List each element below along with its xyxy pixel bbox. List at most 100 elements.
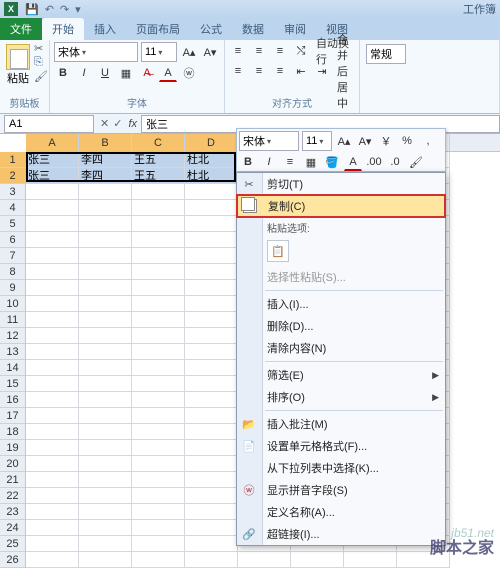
cell[interactable] — [185, 312, 238, 328]
row-header[interactable]: 4 — [0, 200, 26, 216]
cell[interactable] — [79, 296, 132, 312]
cell[interactable] — [185, 232, 238, 248]
cell[interactable] — [26, 472, 79, 488]
qat-customize-icon[interactable]: ▾ — [75, 3, 81, 16]
row-header[interactable]: 8 — [0, 264, 26, 280]
cell[interactable] — [26, 520, 79, 536]
paste-option-icon[interactable]: 📋 — [267, 240, 289, 262]
col-header-C[interactable]: C — [132, 134, 185, 151]
row-header[interactable]: 16 — [0, 392, 26, 408]
increase-font-icon[interactable]: A▴ — [180, 43, 198, 61]
cell[interactable] — [26, 504, 79, 520]
cell[interactable] — [26, 200, 79, 216]
cell[interactable] — [185, 424, 238, 440]
row-header[interactable]: 15 — [0, 376, 26, 392]
tab-review[interactable]: 审阅 — [274, 18, 316, 40]
underline-button[interactable]: U — [96, 64, 114, 82]
align-top-icon[interactable]: ≡ — [229, 42, 247, 60]
qat-save-icon[interactable]: 💾 — [25, 3, 39, 16]
cell[interactable]: 张三 — [26, 168, 79, 184]
row-header[interactable]: 21 — [0, 472, 26, 488]
cell[interactable] — [26, 184, 79, 200]
row-header[interactable]: 5 — [0, 216, 26, 232]
row-header[interactable]: 6 — [0, 232, 26, 248]
font-color-button[interactable]: A — [159, 64, 177, 82]
cell[interactable] — [185, 248, 238, 264]
cell[interactable] — [79, 248, 132, 264]
row-header[interactable]: 14 — [0, 360, 26, 376]
cell[interactable] — [132, 184, 185, 200]
cell[interactable] — [26, 312, 79, 328]
phonetic-button[interactable]: ⓦ — [180, 64, 198, 82]
cell[interactable] — [185, 488, 238, 504]
font-size-combo[interactable]: 11▾ — [141, 42, 177, 62]
tab-insert[interactable]: 插入 — [84, 18, 126, 40]
mini-font-combo[interactable]: 宋体▾ — [239, 131, 299, 151]
cell[interactable] — [79, 264, 132, 280]
menu-define-name[interactable]: 定义名称(A)... — [237, 501, 445, 523]
row-header[interactable]: 20 — [0, 456, 26, 472]
paste-button[interactable]: 粘贴 — [4, 42, 32, 88]
cell[interactable] — [132, 344, 185, 360]
row-header[interactable]: 24 — [0, 520, 26, 536]
row-header[interactable]: 18 — [0, 424, 26, 440]
fx-icon[interactable]: fx — [128, 118, 137, 130]
enter-formula-icon[interactable]: ✓ — [113, 117, 122, 130]
cancel-formula-icon[interactable]: ✕ — [100, 117, 109, 130]
cell[interactable] — [79, 536, 132, 552]
cell[interactable] — [185, 376, 238, 392]
cell[interactable] — [79, 488, 132, 504]
cell[interactable] — [79, 232, 132, 248]
row-header[interactable]: 22 — [0, 488, 26, 504]
tab-home[interactable]: 开始 — [42, 18, 84, 40]
cell[interactable] — [26, 488, 79, 504]
cell[interactable] — [132, 552, 185, 568]
cell[interactable] — [26, 280, 79, 296]
menu-insert[interactable]: 插入(I)... — [237, 293, 445, 315]
tab-layout[interactable]: 页面布局 — [126, 18, 190, 40]
cell[interactable] — [132, 248, 185, 264]
cell[interactable] — [26, 248, 79, 264]
cut-icon[interactable]: ✂ — [34, 42, 48, 54]
cell[interactable] — [132, 328, 185, 344]
cell[interactable] — [26, 392, 79, 408]
row-header[interactable]: 13 — [0, 344, 26, 360]
cell[interactable] — [132, 424, 185, 440]
mini-fill-icon[interactable]: 🪣 — [323, 153, 341, 171]
mini-grow-font-icon[interactable]: A▴ — [335, 132, 353, 150]
menu-pick-from-list[interactable]: 从下拉列表中选择(K)... — [237, 457, 445, 479]
cell[interactable] — [79, 360, 132, 376]
mini-shrink-font-icon[interactable]: A▾ — [356, 132, 374, 150]
bold-button[interactable]: B — [54, 64, 72, 82]
cell[interactable] — [132, 216, 185, 232]
orientation-icon[interactable]: ⤭ — [292, 42, 310, 60]
cell[interactable] — [291, 552, 344, 568]
mini-format-painter-icon[interactable]: 🖌 — [407, 153, 425, 171]
number-format-combo[interactable]: 常规 — [366, 44, 406, 64]
cell[interactable] — [79, 520, 132, 536]
cell[interactable] — [79, 440, 132, 456]
cell[interactable]: 王五 — [132, 152, 185, 168]
cell[interactable] — [79, 344, 132, 360]
cell[interactable]: 李四 — [79, 152, 132, 168]
mini-font-color-icon[interactable]: A — [344, 153, 362, 171]
mini-size-combo[interactable]: 11▾ — [302, 131, 332, 151]
cell[interactable] — [132, 520, 185, 536]
border-button[interactable]: ▦ — [117, 64, 135, 82]
cell[interactable] — [132, 280, 185, 296]
cell[interactable] — [132, 440, 185, 456]
row-header[interactable]: 10 — [0, 296, 26, 312]
col-header-B[interactable]: B — [79, 134, 132, 151]
cell[interactable] — [132, 312, 185, 328]
align-bottom-icon[interactable]: ≡ — [271, 42, 289, 60]
cell[interactable] — [26, 552, 79, 568]
cell[interactable] — [26, 360, 79, 376]
cell[interactable] — [79, 408, 132, 424]
cell[interactable] — [132, 392, 185, 408]
menu-hyperlink[interactable]: 🔗 超链接(I)... — [237, 523, 445, 545]
merge-center-button[interactable]: 合并后居中 — [334, 62, 355, 80]
row-header[interactable]: 17 — [0, 408, 26, 424]
mini-bold-icon[interactable]: B — [239, 153, 257, 171]
cell[interactable] — [79, 280, 132, 296]
cell[interactable] — [26, 440, 79, 456]
